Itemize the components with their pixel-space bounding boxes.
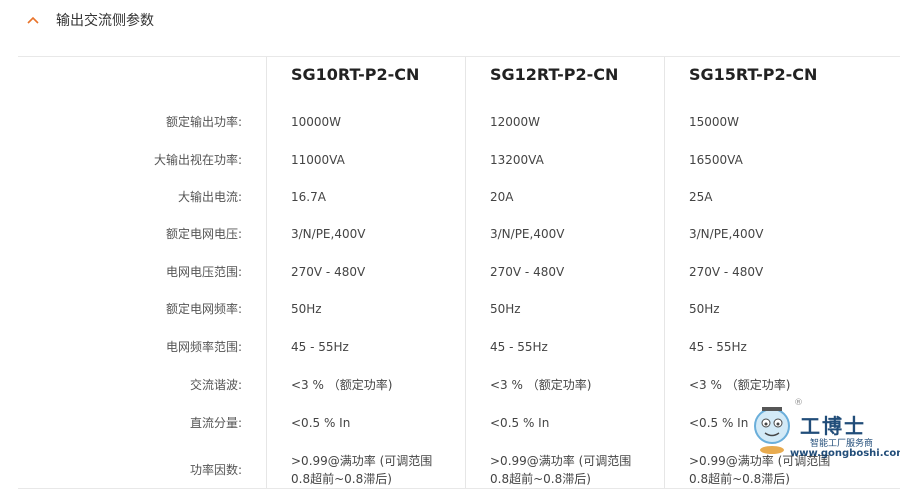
- watermark-brand: 工博士: [800, 414, 866, 438]
- watermark-url: www.gongboshi.com: [790, 448, 900, 459]
- row-label: 电网频率范围:: [165, 340, 242, 354]
- row-value: <3 % （额定功率): [291, 378, 393, 392]
- row-value: 45 - 55Hz: [291, 340, 349, 354]
- row-value: >0.99@满功率 (可调范围 0.8超前~0.8滞后): [490, 454, 632, 486]
- row-value: 16.7A: [291, 190, 326, 204]
- row-value: 20A: [490, 190, 514, 204]
- row-value: 3/N/PE,400V: [291, 227, 366, 241]
- row-value: 3/N/PE,400V: [689, 227, 764, 241]
- row-value: <0.5 % In: [291, 416, 351, 430]
- row-value: 50Hz: [689, 302, 720, 316]
- row-label: 大输出视在功率:: [153, 153, 242, 167]
- row-label: 额定电网频率:: [165, 302, 242, 316]
- row-value: 15000W: [689, 115, 740, 129]
- model-header: SG12RT-P2-CN: [490, 65, 619, 84]
- model-header: SG10RT-P2-CN: [291, 65, 420, 84]
- row-value: 16500VA: [689, 153, 743, 167]
- row-label: 额定输出功率:: [165, 115, 242, 129]
- row-value: 13200VA: [490, 153, 544, 167]
- row-label: 电网电压范围:: [165, 265, 242, 279]
- row-label: 功率因数:: [189, 463, 242, 477]
- row-label: 额定电网电压:: [165, 227, 242, 241]
- registered-mark: ®: [794, 398, 803, 408]
- label-column: 额定输出功率: 大输出视在功率: 大输出电流: 额定电网电压: 电网电压范围: 额定电网频…: [18, 57, 266, 488]
- row-value: 270V - 480V: [291, 265, 366, 279]
- model-column: SG10RT-P2-CN 10000W 11000VA 16.7A 3/N/PE,40…: [266, 57, 466, 488]
- row-value: <3 % （额定功率): [689, 378, 791, 392]
- row-label: 交流谐波:: [189, 378, 242, 392]
- section-header[interactable]: 输出交流侧参数: [18, 0, 900, 40]
- row-value: <0.5 % In: [490, 416, 550, 430]
- row-value: <3 % （额定功率): [490, 378, 592, 392]
- row-value: 45 - 55Hz: [689, 340, 747, 354]
- model-header: SG15RT-P2-CN: [689, 65, 818, 84]
- row-value: 10000W: [291, 115, 342, 129]
- row-value: <0.5 % In: [689, 416, 749, 430]
- row-value: 11000VA: [291, 153, 345, 167]
- row-value: 270V - 480V: [490, 265, 565, 279]
- divider: [18, 488, 900, 489]
- model-column: SG12RT-P2-CN 12000W 13200VA 20A 3/N/PE,400V…: [465, 57, 665, 488]
- row-value: 50Hz: [490, 302, 521, 316]
- row-label: 大输出电流:: [177, 190, 242, 204]
- row-label: 直流分量:: [189, 416, 242, 430]
- section-title: 输出交流侧参数: [56, 13, 154, 29]
- row-value: 25A: [689, 190, 713, 204]
- row-value: 12000W: [490, 115, 541, 129]
- row-value: 50Hz: [291, 302, 322, 316]
- chevron-up-icon[interactable]: [22, 9, 44, 31]
- row-value: 270V - 480V: [689, 265, 764, 279]
- row-value: >0.99@满功率 (可调范围 0.8超前~0.8滞后): [291, 454, 433, 486]
- row-value: 3/N/PE,400V: [490, 227, 565, 241]
- row-value: 45 - 55Hz: [490, 340, 548, 354]
- watermark-logo: 工博士 智能工厂服务商 www.gongboshi.com ®: [750, 396, 900, 466]
